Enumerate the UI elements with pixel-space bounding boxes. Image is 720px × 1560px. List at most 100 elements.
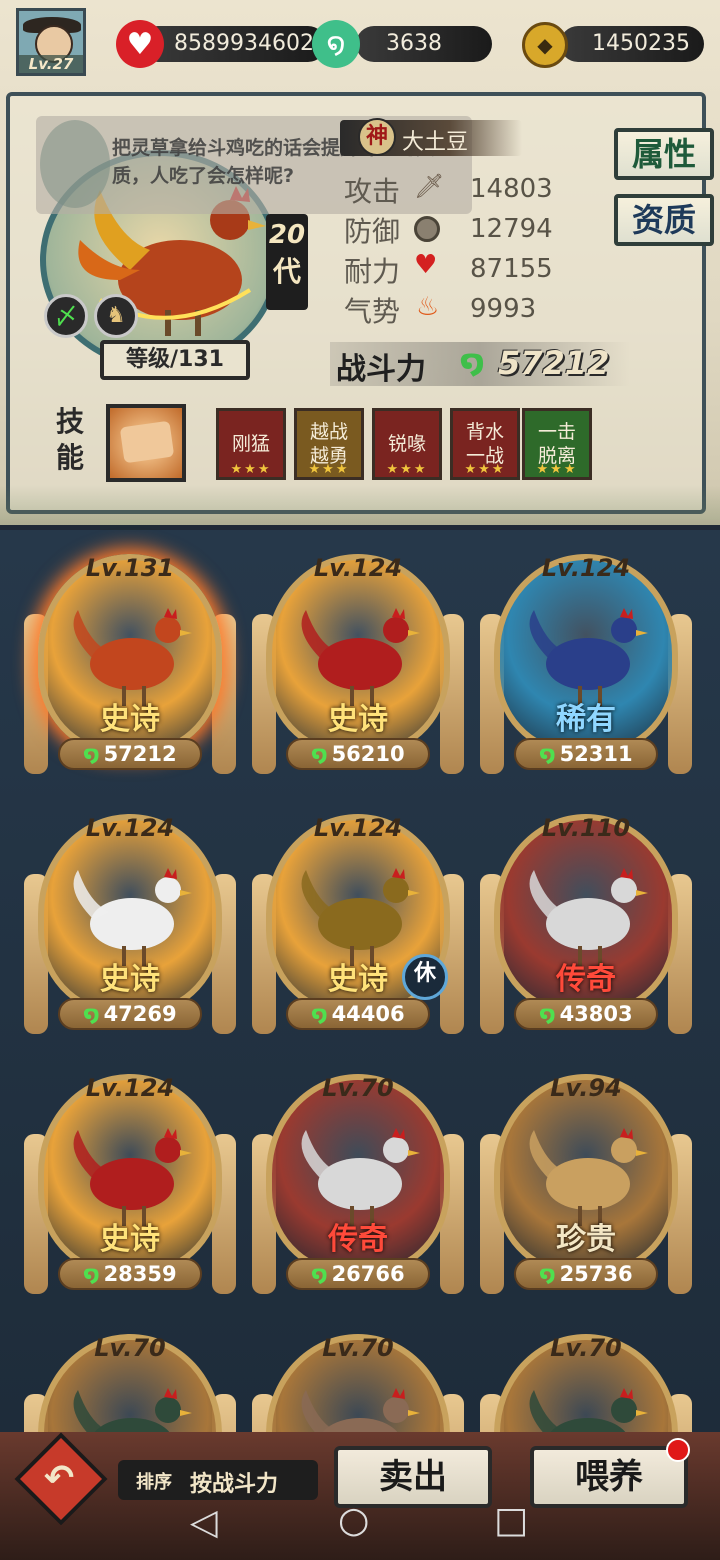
chicken-card[interactable]: Lv.94 珍贵໑ 25736: [476, 1064, 696, 1304]
stat-value: 87155: [470, 254, 553, 284]
tab-aptitude[interactable]: 资质: [614, 194, 714, 246]
card-power-value: 26766: [331, 1262, 405, 1286]
back-arrow-icon: ↶: [44, 1458, 75, 1499]
leaf-icon: ໑: [539, 1002, 556, 1026]
card-level: Lv.124: [541, 554, 631, 582]
chicken-card[interactable]: Lv.131 史诗໑ 57212: [20, 544, 240, 784]
rarity-label: 史诗: [328, 702, 388, 737]
rarity-label: 珍贵: [556, 1222, 616, 1257]
card-level: Lv.124: [85, 1074, 175, 1102]
card-level: Lv.110: [541, 814, 631, 842]
card-power-value: 43803: [559, 1002, 633, 1026]
chicken-card[interactable]: Lv.70: [20, 1324, 240, 1432]
resource-bar-stamina: 8589934602: [140, 26, 326, 62]
card-level: Lv.124: [85, 814, 175, 842]
card-power-value: 25736: [559, 1262, 633, 1286]
chicken-card[interactable]: Lv.124 史诗໑ 56210: [248, 544, 468, 784]
skill-stars: ★★★: [464, 462, 506, 477]
rarity-label: 稀有: [556, 702, 616, 737]
resource-value: 3638: [386, 31, 442, 56]
sort-selector[interactable]: 排序 按战斗力: [118, 1460, 318, 1500]
coin-icon: ◆: [522, 22, 568, 68]
rooster-type-icon[interactable]: ♞: [94, 294, 138, 338]
player-avatar[interactable]: Lv.27: [16, 8, 86, 76]
stat-value: 14803: [470, 174, 553, 204]
shield-icon: [414, 216, 440, 242]
card-level: Lv.124: [313, 814, 403, 842]
rarity-label: 传奇: [556, 962, 616, 997]
nav-recents-icon[interactable]: □: [494, 1500, 528, 1541]
leaf-icon: ໑: [83, 742, 100, 766]
chicken-card[interactable]: Lv.70 传奇໑ 26766: [248, 1064, 468, 1304]
name-banner: 神 大土豆: [340, 118, 522, 156]
skill-stars: ★★★: [386, 462, 428, 477]
card-power: ໑ 26766: [286, 1258, 430, 1290]
jade-swirl-icon: ໑: [312, 20, 360, 68]
stat-label: 耐力: [344, 255, 401, 288]
chicken-card[interactable]: Lv.124 史诗໑ 47269: [20, 804, 240, 1044]
stat-value: 12794: [470, 214, 553, 244]
stats-list: 攻击 🗡 14803 防御 12794 耐力 ♥ 87155 气势 ♨ 9993: [344, 170, 584, 330]
stat-attack: 攻击 🗡 14803: [344, 170, 584, 210]
combat-power-value: 57212: [498, 344, 610, 382]
card-power-value: 57212: [103, 742, 177, 766]
resource-bar-jade: 3638: [356, 26, 492, 62]
card-power: ໑ 25736: [514, 1258, 658, 1290]
stat-value: 9993: [470, 294, 537, 324]
sell-button[interactable]: 卖出: [334, 1446, 492, 1508]
sort-prefix: 排序: [136, 1472, 172, 1493]
notification-dot: [666, 1438, 690, 1462]
leaf-icon: ໑: [460, 342, 485, 380]
card-level: Lv.94: [550, 1074, 622, 1102]
sort-value: 按战斗力: [190, 1472, 279, 1497]
chicken-card[interactable]: Lv.124 史诗໑ 28359: [20, 1064, 240, 1304]
chicken-card[interactable]: Lv.124 稀有໑ 52311: [476, 544, 696, 784]
feed-button[interactable]: 喂养: [530, 1446, 688, 1508]
stat-label: 攻击: [344, 175, 401, 208]
skills-label: 技能: [56, 405, 85, 474]
leaf-icon: ໑: [311, 1002, 328, 1026]
card-level: Lv.124: [313, 554, 403, 582]
card-level: Lv.70: [94, 1334, 166, 1362]
player-level: Lv.27: [19, 55, 83, 73]
card-power-value: 52311: [559, 742, 633, 766]
chicken-card[interactable]: Lv.110 传奇໑ 43803: [476, 804, 696, 1044]
card-power: ໑ 44406: [286, 998, 430, 1030]
card-level: Lv.70: [550, 1334, 622, 1362]
chicken-card[interactable]: Lv.70: [476, 1324, 696, 1432]
wind-element-icon[interactable]: 〆: [44, 294, 88, 338]
sword-icon: 🗡: [414, 172, 445, 200]
chicken-card[interactable]: Lv.124 史诗໑ 44406 休: [248, 804, 468, 1044]
rarity-label: 史诗: [100, 702, 160, 737]
rooster-icon: [73, 1388, 192, 1432]
nav-back-icon[interactable]: ◁: [190, 1502, 218, 1543]
herb-item-slot[interactable]: [106, 404, 186, 482]
flame-icon: ♨: [416, 292, 440, 322]
skill-stars: ★★★: [230, 462, 272, 477]
card-power-value: 44406: [331, 1002, 405, 1026]
rarity-label: 史诗: [100, 962, 160, 997]
chicken-level: 等级/131: [100, 340, 250, 380]
top-panel: Lv.27 8589934602 ♥ 3638 ໑ 1450235 ◆ 20 代…: [0, 0, 720, 525]
card-level: Lv.70: [322, 1334, 394, 1362]
heart-icon: ♥: [116, 20, 164, 68]
advisor-portrait: [40, 120, 110, 208]
skill-stars: ★★★: [536, 462, 578, 477]
card-power: ໑ 43803: [514, 998, 658, 1030]
rest-badge: 休: [402, 954, 448, 1000]
tab-attributes[interactable]: 属性: [614, 128, 714, 180]
combat-power-label: 战斗力: [336, 352, 426, 387]
stat-defense: 防御 12794: [344, 210, 584, 250]
leaf-icon: ໑: [83, 1262, 100, 1286]
stat-label: 气势: [344, 295, 401, 328]
chicken-card[interactable]: Lv.70: [248, 1324, 468, 1432]
card-power: ໑ 47269: [58, 998, 202, 1030]
card-power: ໑ 56210: [286, 738, 430, 770]
nav-home-icon[interactable]: ○: [338, 1500, 369, 1541]
herb-icon: [119, 420, 175, 464]
leaf-icon: ໑: [539, 1262, 556, 1286]
card-level: Lv.70: [322, 1074, 394, 1102]
tier-badge: 神: [358, 118, 396, 156]
bottom-bar: ↶ 排序 按战斗力 卖出 喂养 ◁ ○ □: [0, 1432, 720, 1560]
resource-value: 8589934602: [174, 31, 314, 56]
